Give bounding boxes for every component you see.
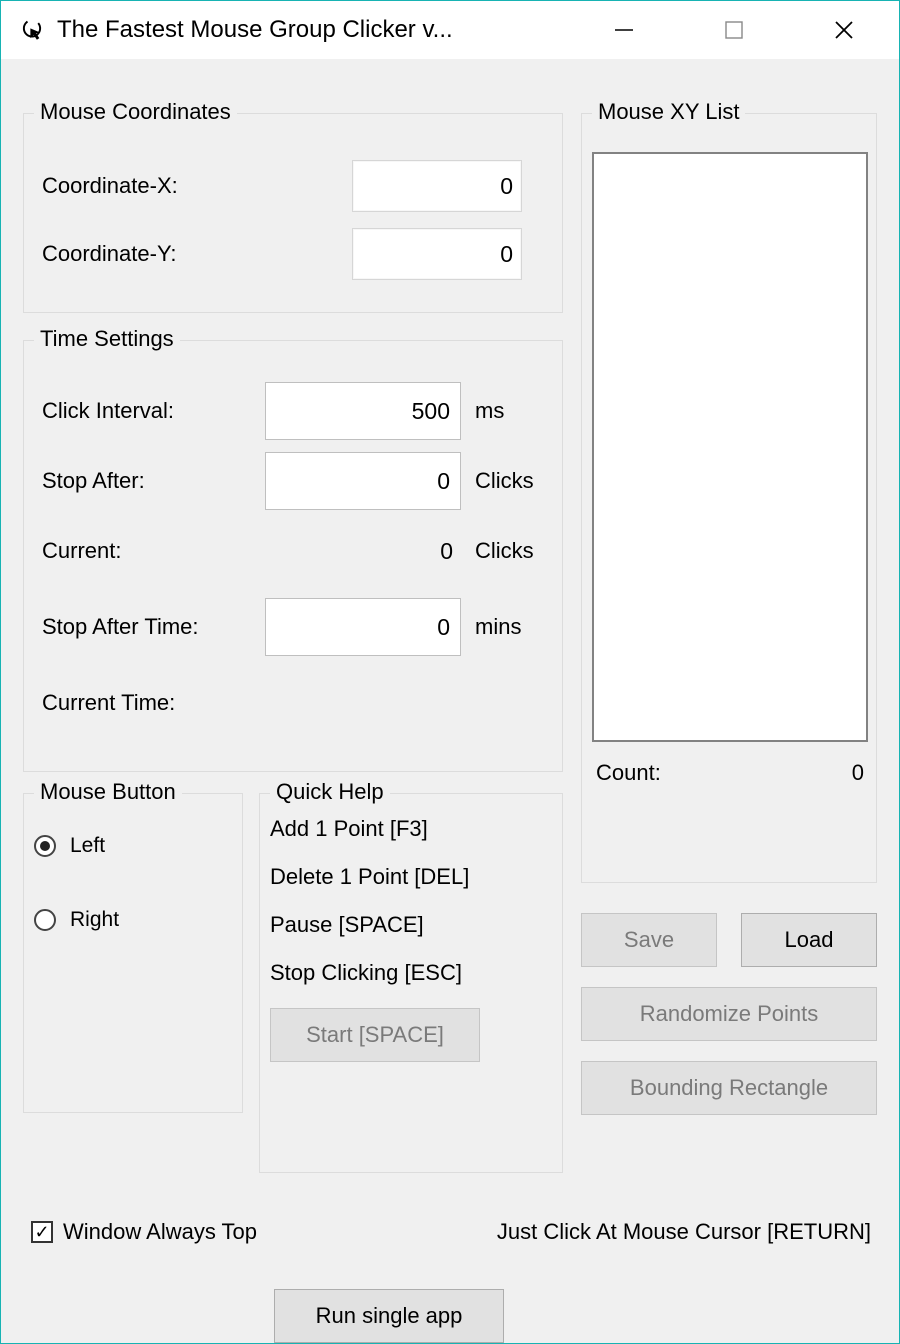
coordinate-y-label: Coordinate-Y: <box>42 241 352 267</box>
click-interval-unit: ms <box>475 398 504 424</box>
radio-icon <box>34 835 56 857</box>
just-click-label: Just Click At Mouse Cursor [RETURN] <box>497 1219 871 1245</box>
close-button[interactable] <box>789 1 899 59</box>
start-button[interactable]: Start [SPACE] <box>270 1008 480 1062</box>
quick-help-line: Add 1 Point [F3] <box>270 816 562 842</box>
coordinate-y-input[interactable] <box>352 228 522 280</box>
titlebar: The Fastest Mouse Group Clicker v... <box>1 1 899 59</box>
bounding-rectangle-button[interactable]: Bounding Rectangle <box>581 1061 877 1115</box>
checkbox-icon <box>31 1221 53 1243</box>
app-icon <box>19 17 45 43</box>
load-button[interactable]: Load <box>741 913 877 967</box>
current-time-label: Current Time: <box>42 690 175 716</box>
window-title: The Fastest Mouse Group Clicker v... <box>57 16 569 44</box>
quick-help-legend: Quick Help <box>270 779 390 805</box>
mouse-xy-list-legend: Mouse XY List <box>592 99 745 125</box>
mouse-button-group: Mouse Button Left Right <box>23 793 243 1113</box>
click-interval-input[interactable] <box>265 382 461 440</box>
quick-help-line: Stop Clicking [ESC] <box>270 960 562 986</box>
mouse-coordinates-group: Mouse Coordinates Coordinate-X: Coordina… <box>23 113 563 313</box>
current-clicks-unit: Clicks <box>475 538 534 564</box>
count-value: 0 <box>852 760 864 786</box>
window-always-top-checkbox[interactable]: Window Always Top <box>31 1219 257 1245</box>
radio-icon <box>34 909 56 931</box>
quick-help-line: Pause [SPACE] <box>270 912 562 938</box>
maximize-button[interactable] <box>679 1 789 59</box>
mouse-button-legend: Mouse Button <box>34 779 182 805</box>
mouse-button-right-radio[interactable]: Right <box>34 908 242 932</box>
mouse-coordinates-legend: Mouse Coordinates <box>34 99 237 125</box>
window-controls <box>569 1 899 59</box>
side-buttons: Save Load Randomize Points Bounding Rect… <box>581 913 877 1115</box>
run-single-app-button[interactable]: Run single app <box>274 1289 504 1343</box>
click-interval-label: Click Interval: <box>42 398 265 424</box>
mouse-button-left-label: Left <box>70 834 105 858</box>
stop-after-label: Stop After: <box>42 468 265 494</box>
mouse-xy-listbox[interactable] <box>592 152 868 742</box>
quick-help-line: Delete 1 Point [DEL] <box>270 864 562 890</box>
save-button[interactable]: Save <box>581 913 717 967</box>
stop-after-input[interactable] <box>265 452 461 510</box>
time-settings-group: Time Settings Click Interval: ms Stop Af… <box>23 340 563 772</box>
current-clicks-label: Current: <box>42 538 265 564</box>
mouse-xy-list-group: Mouse XY List Count: 0 <box>581 113 877 883</box>
mouse-button-right-label: Right <box>70 908 119 932</box>
quick-help-group: Quick Help Add 1 Point [F3] Delete 1 Poi… <box>259 793 563 1173</box>
window-always-top-label: Window Always Top <box>63 1219 257 1245</box>
count-label: Count: <box>596 760 661 786</box>
coordinate-x-input[interactable] <box>352 160 522 212</box>
bottom-row: Window Always Top Just Click At Mouse Cu… <box>31 1219 871 1245</box>
current-clicks-value: 0 <box>265 538 461 565</box>
mouse-button-left-radio[interactable]: Left <box>34 834 242 858</box>
stop-after-time-label: Stop After Time: <box>42 614 265 640</box>
client-area: Mouse Coordinates Coordinate-X: Coordina… <box>1 59 899 1343</box>
time-settings-legend: Time Settings <box>34 326 180 352</box>
coordinate-x-label: Coordinate-X: <box>42 173 352 199</box>
minimize-button[interactable] <box>569 1 679 59</box>
stop-after-time-unit: mins <box>475 614 521 640</box>
randomize-points-button[interactable]: Randomize Points <box>581 987 877 1041</box>
stop-after-time-input[interactable] <box>265 598 461 656</box>
stop-after-unit: Clicks <box>475 468 534 494</box>
